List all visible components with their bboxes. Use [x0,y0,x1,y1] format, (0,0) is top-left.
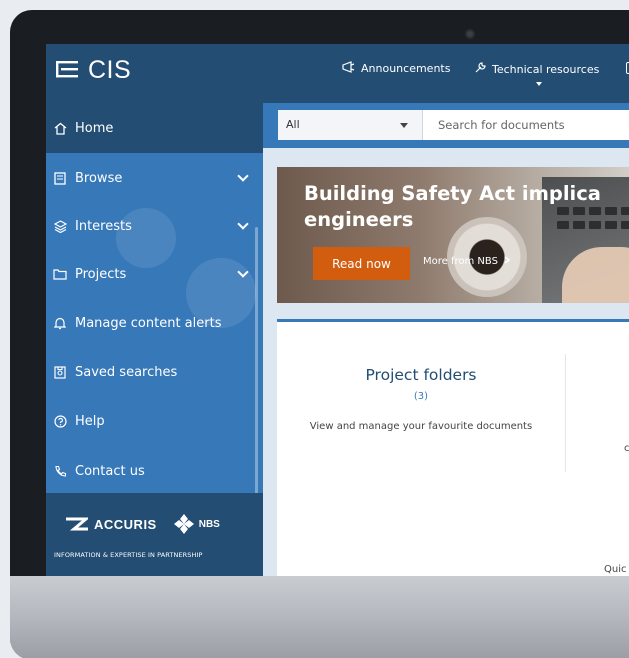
search-input[interactable] [423,110,629,140]
laptop-base-overlay [10,576,629,658]
sidebar: Home Browse Interests Projects Manage co… [46,103,263,576]
technical-resources-link[interactable]: Technical resources [474,61,599,77]
sidebar-scrollbar[interactable] [255,227,258,537]
chevron-down-icon[interactable] [237,218,249,230]
sidebar-item-label: Help [75,413,105,429]
document-icon [53,171,67,185]
sidebar-item-label: Contact us [75,463,145,479]
truncated-text: c [624,443,629,454]
sidebar-item-manage-content-alerts[interactable]: Manage content alerts [46,299,263,347]
nbs-wordmark: NBS [198,518,220,530]
brand[interactable]: CIS [56,56,131,85]
wrench-icon [474,61,487,77]
accuris-wordmark: ACCURIS [94,516,157,532]
sidebar-item-label: Manage content alerts [75,315,222,331]
menu-icon[interactable] [56,59,80,83]
sidebar-item-projects[interactable]: Projects [46,250,263,298]
phone-icon [53,464,67,478]
home-icon [53,121,67,135]
scope-value: All [286,118,300,131]
more-from-nbs-link[interactable]: More from NBS [423,256,511,267]
sidebar-item-label: Home [75,120,114,136]
sidebar-item-label: Browse [75,170,123,186]
chevron-down-icon[interactable] [237,266,249,278]
sidebar-item-contact-us[interactable]: Contact us [46,447,263,495]
more-from-nbs-label: More from NBS [423,256,498,267]
project-folders-description: View and manage your favourite documents [309,421,533,432]
bell-icon [53,316,67,330]
layers-icon [53,219,67,233]
app-title: CIS [88,56,132,84]
project-folders-count: (3) [413,391,429,402]
sidebar-item-label: Interests [75,218,132,234]
partner-footer: ACCURIS NBS INFORMATION & EXPERTISE IN P… [46,493,263,576]
project-folders-title[interactable]: Project folders [277,366,565,384]
search-bar: All [263,103,629,148]
webcam-dot [465,29,475,39]
chevron-down-icon[interactable] [237,170,249,182]
partner-tagline: INFORMATION & EXPERTISE IN PARTNERSHIP [54,551,203,559]
quick-links-label: Quic [604,564,627,575]
saved-search-icon [53,365,67,379]
banner-title: Building Safety Act implica engineers [304,182,601,231]
photo-scene: CIS Announcements Technical resources Ho… [0,0,629,658]
sidebar-item-interests[interactable]: Interests [46,202,263,250]
sidebar-item-label: Saved searches [75,364,178,380]
scope-select[interactable]: All [278,110,423,140]
megaphone-icon [342,61,356,76]
announcements-label: Announcements [361,62,451,75]
nbs-logo: NBS [173,513,220,535]
sidebar-item-home[interactable]: Home [46,103,263,153]
top-bar: CIS Announcements Technical resources [46,44,629,103]
sidebar-item-label: Projects [75,266,127,282]
promo-banner[interactable]: Building Safety Act implica engineers Re… [277,167,629,303]
chevron-down-icon[interactable] [400,123,408,128]
sidebar-item-help[interactable]: Help [46,397,263,445]
content-card: Project folders (3) View and manage your… [277,319,629,576]
read-now-button[interactable]: Read now [313,247,410,280]
help-icon [53,414,67,428]
sidebar-item-saved-searches[interactable]: Saved searches [46,348,263,396]
card-divider [565,354,566,472]
announcements-link[interactable]: Announcements [342,61,450,76]
chevron-down-icon[interactable] [536,82,542,86]
chevron-right-icon [504,256,511,267]
sidebar-item-browse[interactable]: Browse [46,154,263,202]
technical-resources-label: Technical resources [492,62,600,76]
folder-icon [53,267,67,281]
accuris-logo: ACCURIS [66,517,157,532]
